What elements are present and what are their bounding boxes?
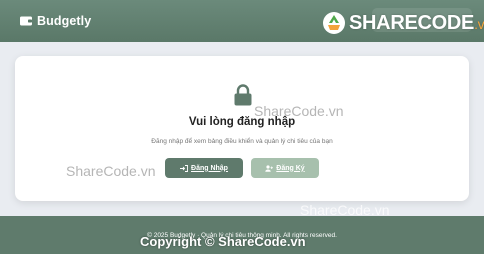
brand[interactable]: Budgetly bbox=[20, 14, 91, 28]
user-plus-icon bbox=[265, 164, 274, 172]
login-prompt-card bbox=[15, 56, 469, 201]
watermark-logo-suffix: .vn bbox=[474, 15, 484, 32]
lock-icon bbox=[234, 84, 252, 106]
login-button[interactable]: Đăng Nhập bbox=[165, 158, 243, 178]
card-subtitle: Đăng nhập để xem bảng điều khiển và quản… bbox=[151, 138, 333, 145]
sign-in-icon bbox=[180, 164, 188, 172]
watermark-copyright: Copyright © ShareCode.vn bbox=[140, 234, 306, 249]
wallet-icon bbox=[20, 16, 32, 26]
brand-name: Budgetly bbox=[37, 14, 92, 28]
card-title: Vui lòng đăng nhập bbox=[188, 116, 296, 128]
login-button-label: Đăng Nhập bbox=[191, 164, 228, 172]
watermark-logo-text: SHARECODE bbox=[349, 11, 475, 34]
register-button-label: Đăng Ký bbox=[276, 164, 305, 172]
watermark-logo: SHARECODE.vn bbox=[322, 10, 484, 36]
recycle-logo-icon bbox=[323, 12, 345, 34]
register-button[interactable]: Đăng Ký bbox=[251, 158, 319, 178]
